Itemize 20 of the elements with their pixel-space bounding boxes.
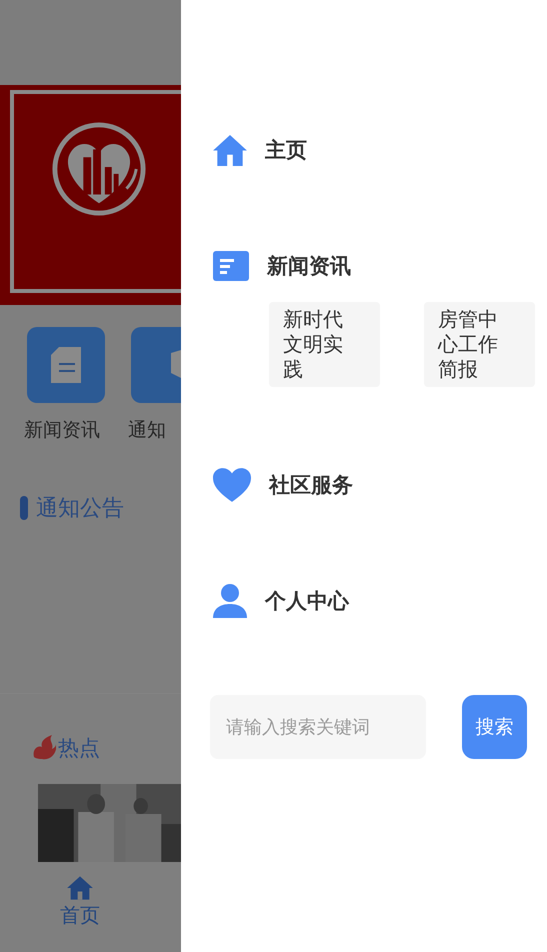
search-field[interactable]: 请输入搜索关键词 <box>210 695 426 759</box>
flame-icon <box>32 735 56 761</box>
section-title: 热点 <box>58 735 100 762</box>
tile-label: 通知 <box>128 418 166 443</box>
menu-item[interactable]: 个人中心 <box>265 587 349 615</box>
home-icon <box>213 134 247 166</box>
menu-item[interactable]: 主页 <box>265 136 307 164</box>
heart-building-logo-icon <box>50 120 148 218</box>
person-icon <box>213 584 247 618</box>
document-tile-icon[interactable] <box>27 327 105 403</box>
menu-item[interactable]: 新闻资讯 <box>267 252 351 280</box>
submenu-item[interactable]: 新时代文明实践 <box>269 302 380 387</box>
submenu-item[interactable]: 房管中心工作简报 <box>424 302 535 387</box>
section-title: 通知公告 <box>36 495 124 523</box>
home-icon <box>65 874 95 902</box>
heart-icon <box>213 468 251 502</box>
tile-label: 新闻资讯 <box>24 418 100 443</box>
menu-item[interactable]: 社区服务 <box>269 471 353 499</box>
section-marker-icon <box>20 496 28 520</box>
document-icon <box>213 251 249 281</box>
